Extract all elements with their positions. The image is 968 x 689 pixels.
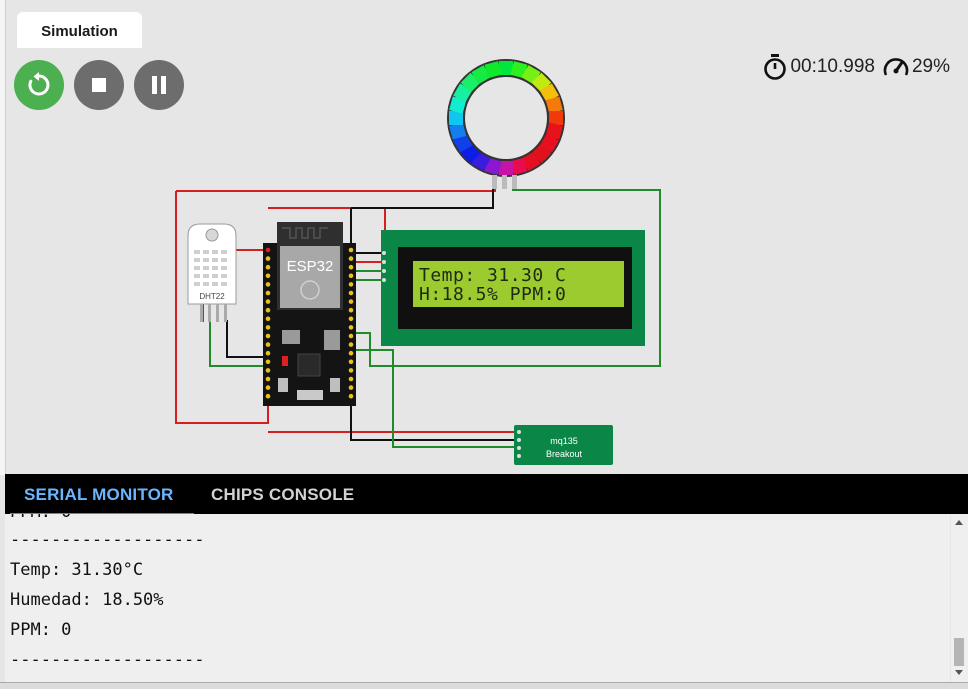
serial-scrollbar[interactable] xyxy=(951,514,968,682)
esp32-pin xyxy=(348,350,354,356)
esp32-pin xyxy=(348,264,354,270)
esp32-pin xyxy=(265,333,271,339)
esp32-pin xyxy=(348,359,354,365)
esp32-pin xyxy=(265,385,271,390)
lcd-text: Temp: 31.30 C H:18.5% PPM:0 xyxy=(419,266,623,304)
tab-serial-monitor[interactable]: SERIAL MONITOR xyxy=(10,485,194,515)
esp32-board[interactable]: ESP32 xyxy=(263,222,356,406)
esp32-pin xyxy=(265,247,271,253)
serial-line: ------------------- xyxy=(10,650,205,670)
esp32-label: ESP32 xyxy=(287,258,334,275)
lcd-line-1: Temp: 31.30 C xyxy=(419,265,567,286)
esp32-pin xyxy=(348,256,354,261)
esp32-pin xyxy=(348,393,354,399)
esp32-pin xyxy=(348,247,354,253)
serial-monitor-output: PPM: 0 ------------------- Temp: 31.30°C… xyxy=(5,514,950,682)
esp32-pin xyxy=(348,368,354,373)
esp32-pin xyxy=(265,359,271,365)
esp32-pin xyxy=(265,264,271,270)
esp32-pin xyxy=(265,325,271,330)
esp32-pin xyxy=(348,273,354,279)
lcd-line-2: H:18.5% PPM:0 xyxy=(419,284,567,305)
esp32-pin xyxy=(348,333,354,339)
mq135-label: mq135 xyxy=(550,436,578,446)
neopixel-ring[interactable] xyxy=(447,59,565,189)
scroll-down-icon[interactable] xyxy=(955,670,963,675)
esp32-pin xyxy=(348,385,354,390)
esp32-pin xyxy=(348,299,354,304)
esp32-pin xyxy=(348,282,354,287)
esp32-pin xyxy=(265,368,271,373)
scrollbar-thumb[interactable] xyxy=(954,638,964,666)
serial-line: Temp: 31.30°C xyxy=(10,560,144,580)
esp32-pin xyxy=(348,376,354,382)
dht22-label: DHT22 xyxy=(199,292,225,301)
esp32-pin xyxy=(265,350,271,356)
esp32-pin xyxy=(348,290,354,296)
bottom-tab-bar: SERIAL MONITOR CHIPS CONSOLE xyxy=(5,474,968,515)
esp32-pin xyxy=(265,256,271,261)
serial-line: Humedad: 18.50% xyxy=(10,590,164,610)
serial-line: ------------------- xyxy=(10,530,205,550)
esp32-pin xyxy=(348,307,354,313)
dht22-sensor[interactable]: DHT22 xyxy=(187,223,237,322)
mq135-sublabel: Breakout xyxy=(546,449,583,459)
esp32-pin xyxy=(265,282,271,287)
tab-chips-console[interactable]: CHIPS CONSOLE xyxy=(211,485,354,505)
esp32-pin xyxy=(265,290,271,296)
esp32-pin xyxy=(265,299,271,304)
esp32-pin xyxy=(265,307,271,313)
esp32-pin xyxy=(265,393,271,399)
scroll-up-icon[interactable] xyxy=(955,520,963,525)
esp32-pin xyxy=(265,342,271,347)
esp32-pin xyxy=(348,316,354,322)
serial-line: PPM: 0 xyxy=(10,514,71,522)
mq135-breakout[interactable]: mq135 Breakout xyxy=(514,425,613,465)
esp32-pin xyxy=(265,376,271,382)
esp32-pin xyxy=(265,316,271,322)
esp32-pin xyxy=(265,273,271,279)
serial-line: PPM: 0 xyxy=(10,620,72,640)
esp32-pin xyxy=(348,342,354,347)
esp32-pin xyxy=(348,325,354,330)
circuit-canvas: DHT22 ESP32 mq135 Breakout xyxy=(175,59,661,465)
